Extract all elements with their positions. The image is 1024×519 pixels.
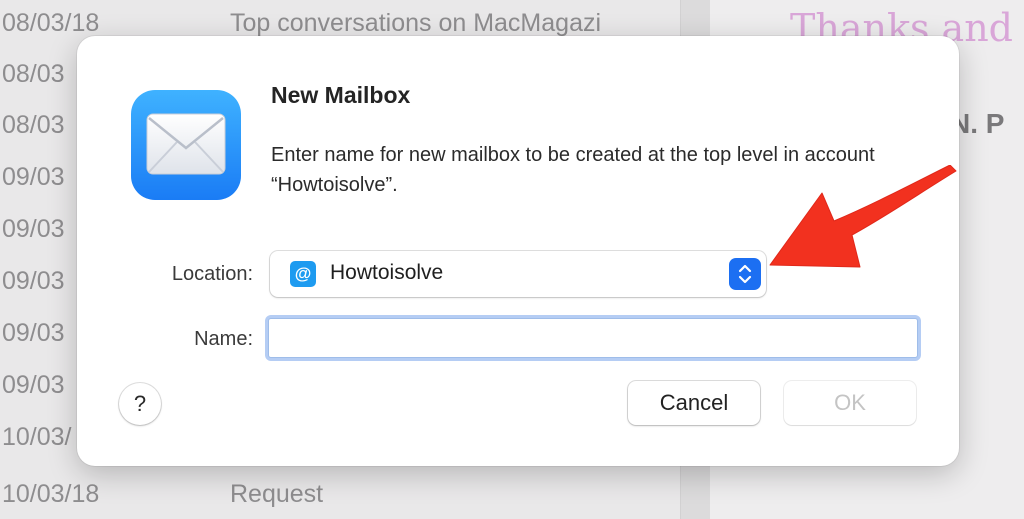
message-date: 09/03 (2, 319, 65, 347)
message-date: 08/03 (2, 60, 65, 88)
mail-envelope-icon (131, 90, 241, 200)
message-row[interactable]: 10/03/18 Request (0, 471, 680, 519)
name-label: Name: (194, 328, 253, 350)
mailbox-name-input[interactable] (268, 318, 918, 358)
message-date: 09/03 (2, 215, 65, 243)
red-arrow-icon (769, 165, 957, 268)
location-label: Location: (171, 263, 253, 285)
help-button[interactable]: ? (119, 383, 161, 425)
message-subject: Top conversations on MacMagazi (230, 9, 602, 37)
message-date: 08/03/18 (2, 9, 100, 37)
message-date: 09/03 (2, 267, 65, 295)
cancel-button[interactable]: Cancel (628, 381, 760, 425)
message-subject: Request (230, 480, 324, 508)
location-value: Howtoisolve (330, 261, 444, 284)
location-popup[interactable]: @ Howtoisolve (270, 251, 766, 297)
message-date: 10/03/ (2, 423, 72, 451)
ok-button[interactable]: OK (784, 381, 916, 425)
message-date: 09/03 (2, 371, 65, 399)
message-date: 08/03 (2, 111, 65, 139)
dialog-title: New Mailbox (271, 82, 411, 108)
at-sign-icon: @ (290, 261, 316, 287)
message-date: 09/03 (2, 163, 65, 191)
message-date: 10/03/18 (2, 480, 100, 508)
chevron-up-down-icon[interactable] (729, 258, 761, 290)
